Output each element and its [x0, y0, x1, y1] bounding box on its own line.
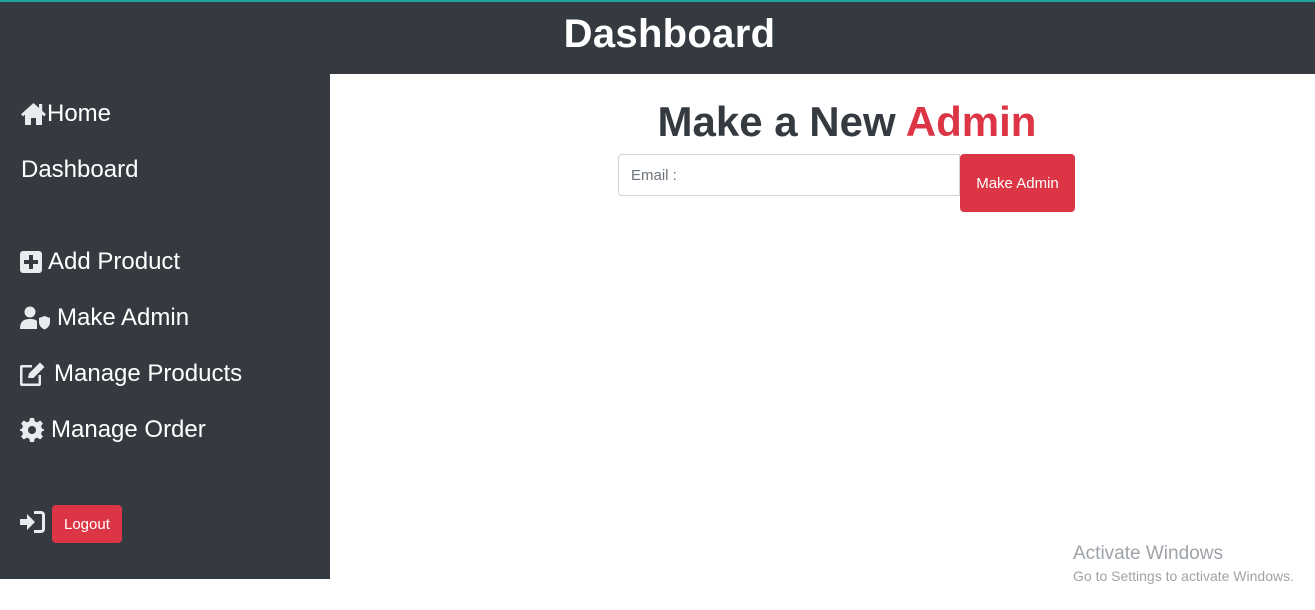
edit-icon — [20, 362, 47, 386]
sidebar-item-label: Manage Order — [51, 416, 206, 443]
make-admin-button[interactable]: Make Admin — [960, 154, 1075, 212]
sidebar: Home Dashboard Add Product Make Admin Ma… — [0, 74, 330, 579]
sidebar-item-label: Manage Products — [54, 360, 243, 387]
logout-row: Logout — [20, 505, 122, 543]
watermark-title: Activate Windows — [1073, 543, 1223, 564]
make-admin-form: Make Admin — [618, 154, 1075, 212]
sign-in-icon — [20, 510, 45, 538]
sidebar-item-home[interactable]: Home — [20, 100, 111, 128]
sidebar-item-manage-order[interactable]: Manage Order — [20, 416, 206, 444]
sidebar-item-make-admin[interactable]: Make Admin — [20, 304, 189, 332]
main-content: Make a New Admin Make Admin — [330, 74, 1315, 610]
watermark-subtitle: Go to Settings to activate Windows. — [1073, 568, 1294, 584]
make-admin-heading: Make a New Admin — [330, 98, 1315, 146]
gear-icon — [20, 418, 44, 442]
home-icon — [20, 102, 47, 126]
sidebar-item-label: Add Product — [48, 248, 181, 275]
logout-button[interactable]: Logout — [52, 505, 122, 543]
email-field[interactable] — [618, 154, 960, 196]
heading-text: Make a New — [657, 98, 906, 145]
sidebar-item-add-product[interactable]: Add Product — [20, 248, 180, 276]
activate-windows-watermark: Activate Windows Go to Settings to activ… — [1073, 543, 1294, 586]
sidebar-item-dashboard[interactable]: Dashboard — [21, 156, 138, 184]
heading-accent-text: Admin — [905, 98, 1037, 145]
user-shield-icon — [20, 306, 50, 330]
sidebar-item-label: Make Admin — [57, 304, 190, 331]
header-bar: Dashboard — [0, 2, 1315, 74]
sidebar-item-manage-products[interactable]: Manage Products — [20, 360, 242, 388]
sidebar-item-label: Home — [47, 100, 112, 127]
plus-square-icon — [20, 251, 42, 273]
page-title: Dashboard — [563, 11, 776, 56]
sidebar-item-label: Dashboard — [21, 156, 139, 183]
